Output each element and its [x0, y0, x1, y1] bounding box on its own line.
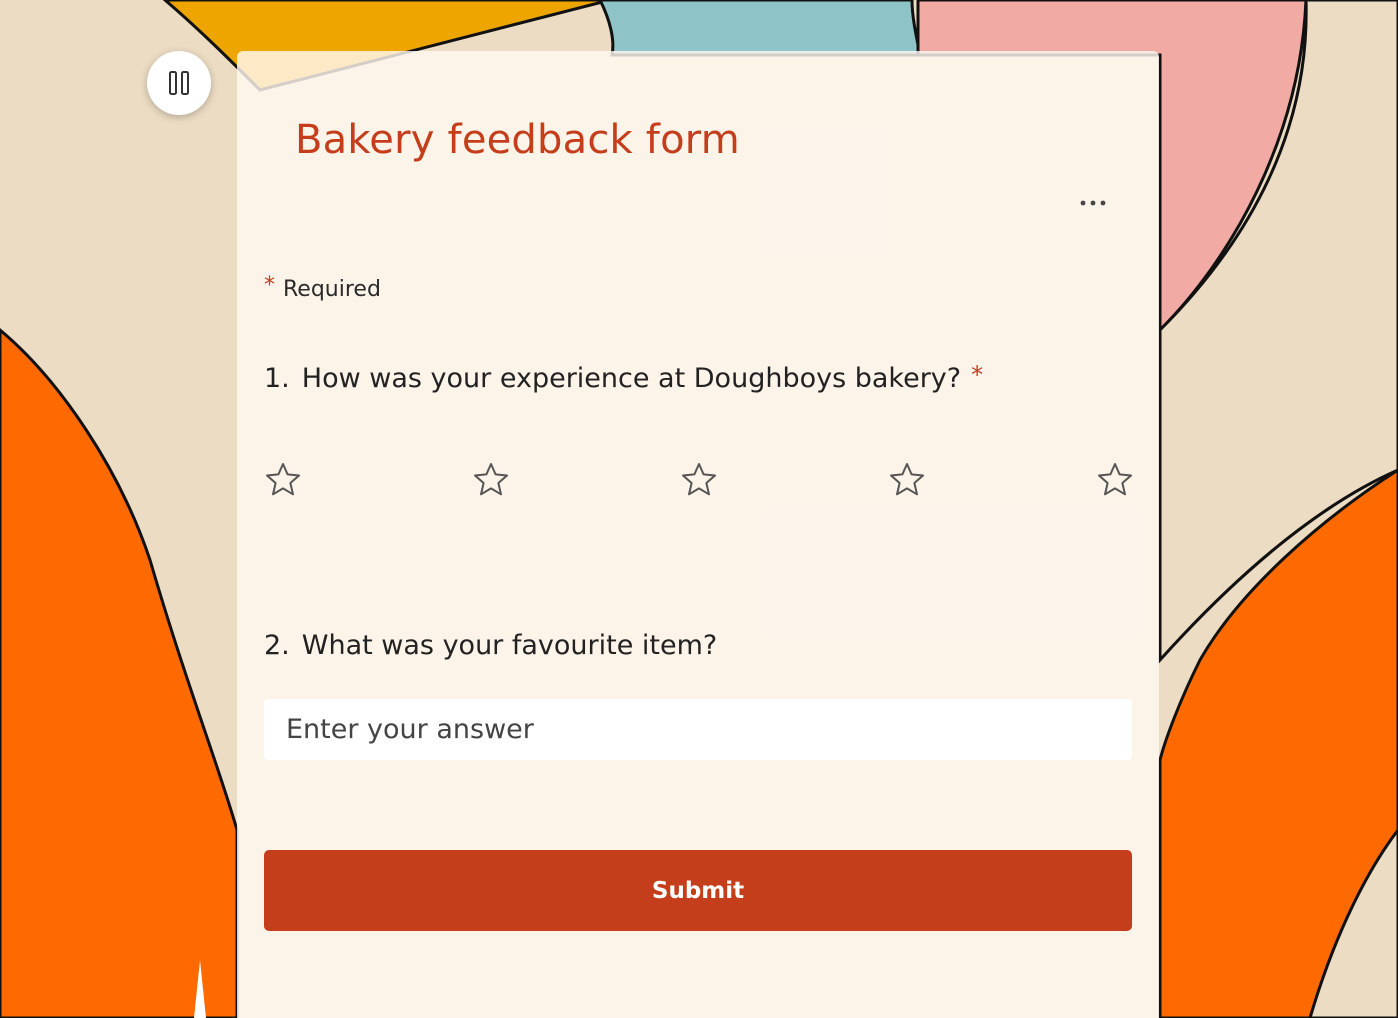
star-2-icon[interactable] — [472, 461, 510, 499]
question-2-number: 2. — [264, 630, 290, 661]
star-1-icon[interactable] — [264, 461, 302, 499]
star-5-icon[interactable] — [1096, 461, 1134, 499]
question-1-number: 1. — [264, 363, 290, 394]
star-3-icon[interactable] — [680, 461, 718, 499]
rating-stars — [264, 461, 1134, 501]
star-4-icon[interactable] — [888, 461, 926, 499]
question-2: 2. What was your favourite item? — [264, 630, 717, 661]
question-1-required-mark: * — [971, 361, 984, 389]
required-note: * Required — [264, 273, 381, 302]
question-1: 1. How was your experience at Doughboys … — [264, 361, 984, 394]
question-2-text: What was your favourite item? — [301, 630, 718, 661]
favourite-item-input[interactable] — [264, 699, 1132, 760]
form-page: Bakery feedback form * Required 1. How wa… — [0, 0, 1398, 1018]
submit-button[interactable]: Submit — [264, 850, 1132, 931]
required-asterisk: * — [264, 273, 275, 298]
form-title: Bakery feedback form — [295, 117, 740, 163]
question-1-text: How was your experience at Doughboys bak… — [301, 363, 962, 394]
pause-icon — [169, 71, 189, 95]
more-options-icon — [1080, 200, 1106, 206]
more-options-button[interactable] — [1073, 183, 1113, 223]
pause-button[interactable] — [147, 51, 211, 115]
form-card: Bakery feedback form * Required 1. How wa… — [237, 51, 1159, 1018]
required-label: Required — [283, 277, 381, 302]
